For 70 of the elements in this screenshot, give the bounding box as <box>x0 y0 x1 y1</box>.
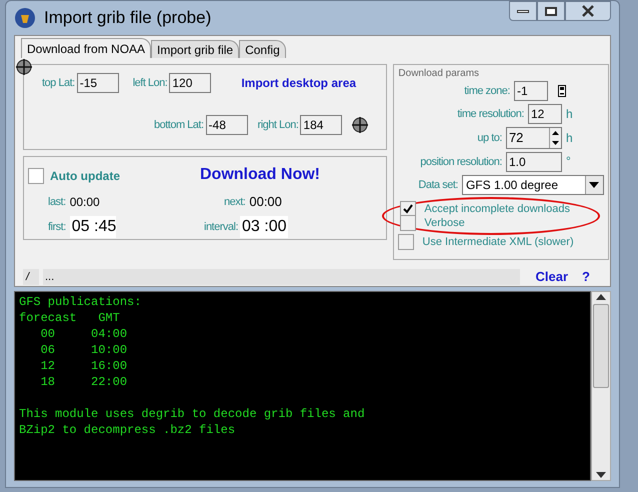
input-field[interactable]: -48 <box>206 115 248 135</box>
input-field[interactable]: 05 :45 <box>70 216 116 238</box>
app-icon <box>14 7 36 29</box>
field-label: next: <box>224 194 246 210</box>
scroll-up-icon[interactable] <box>596 294 606 300</box>
tab[interactable]: Config <box>239 40 286 58</box>
input-field[interactable]: 1.0 <box>506 152 562 172</box>
console-line: This module uses degrib to decode grib files and <box>19 406 366 422</box>
dropdown-arrow-icon[interactable] <box>589 182 600 188</box>
field-label: up to: <box>477 130 502 146</box>
console-line: 18 22:00 <box>40 374 128 390</box>
status-bar: ... <box>43 269 520 285</box>
download-now-link[interactable]: Download Now! <box>200 163 320 188</box>
time-value: 00:00 <box>249 193 282 212</box>
console-line: 06 10:00 <box>40 342 128 358</box>
spin-field[interactable]: 72 <box>506 127 562 149</box>
close-button[interactable] <box>565 1 611 21</box>
minimize-button[interactable] <box>509 1 537 21</box>
unit-label: h <box>566 106 574 123</box>
option-label: Use Intermediate XML (slower) <box>422 234 574 250</box>
checkbox[interactable] <box>398 234 414 250</box>
field-label: time zone: <box>464 84 510 99</box>
checkbox[interactable] <box>28 168 44 184</box>
crosshair-icon[interactable] <box>352 117 368 133</box>
minimize-icon <box>517 10 529 12</box>
tab[interactable]: Import grib file <box>151 40 240 58</box>
help-link[interactable]: ? <box>582 267 590 287</box>
field-label: time resolution: <box>457 106 524 122</box>
maximize-button[interactable] <box>537 1 565 21</box>
field-label: top Lat: <box>42 76 75 91</box>
input-field[interactable]: 03 :00 <box>240 216 288 238</box>
status-indicator: / <box>23 269 39 285</box>
console-line: 00 04:00 <box>40 326 128 342</box>
close-icon <box>582 5 594 17</box>
field-label: interval: <box>204 220 238 235</box>
import-desktop-link[interactable]: Import desktop area <box>241 74 356 92</box>
scroll-thumb[interactable] <box>593 304 609 388</box>
dataset-dropdown[interactable]: GFS 1.00 degree <box>462 175 604 195</box>
device-icon[interactable] <box>558 85 566 97</box>
group-title: Download params <box>398 67 480 81</box>
clear-link[interactable]: Clear <box>536 267 568 287</box>
scrollbar[interactable] <box>591 291 611 481</box>
console-line: GFS publications: <box>19 294 142 310</box>
window-title: Import grib file (probe) <box>44 7 212 30</box>
field-label: position resolution: <box>420 154 502 170</box>
field-label: bottom Lat: <box>154 118 204 133</box>
field-label: first: <box>48 220 66 235</box>
maximize-icon <box>545 6 557 16</box>
input-field[interactable]: -15 <box>76 73 119 93</box>
option-label: Verbose <box>424 216 465 231</box>
field-label: left Lon: <box>132 76 168 91</box>
unit-label: ° <box>566 153 572 170</box>
auto-update-label: Auto update <box>50 168 120 185</box>
field-label: right Lon: <box>258 118 298 133</box>
option-label: Accept incomplete downloads <box>424 202 570 217</box>
input-field[interactable]: 184 <box>300 115 342 135</box>
field-label: last: <box>48 194 66 210</box>
checkbox[interactable] <box>400 215 416 231</box>
console-line: 12 16:00 <box>40 358 128 374</box>
tab[interactable]: Download from NOAA <box>21 38 152 58</box>
scroll-down-icon[interactable] <box>596 472 606 478</box>
console-line: forecast GMT <box>19 310 121 326</box>
unit-label: h <box>566 130 574 147</box>
field-label: Data set: <box>418 178 458 193</box>
crosshair-icon[interactable] <box>16 59 32 75</box>
console-line: BZip2 to decompress .bz2 files <box>19 422 236 438</box>
input-field[interactable]: 120 <box>169 73 212 93</box>
input-field[interactable]: -1 <box>514 81 548 101</box>
input-field[interactable]: 12 <box>528 104 562 124</box>
time-value: 00:00 <box>70 194 100 211</box>
